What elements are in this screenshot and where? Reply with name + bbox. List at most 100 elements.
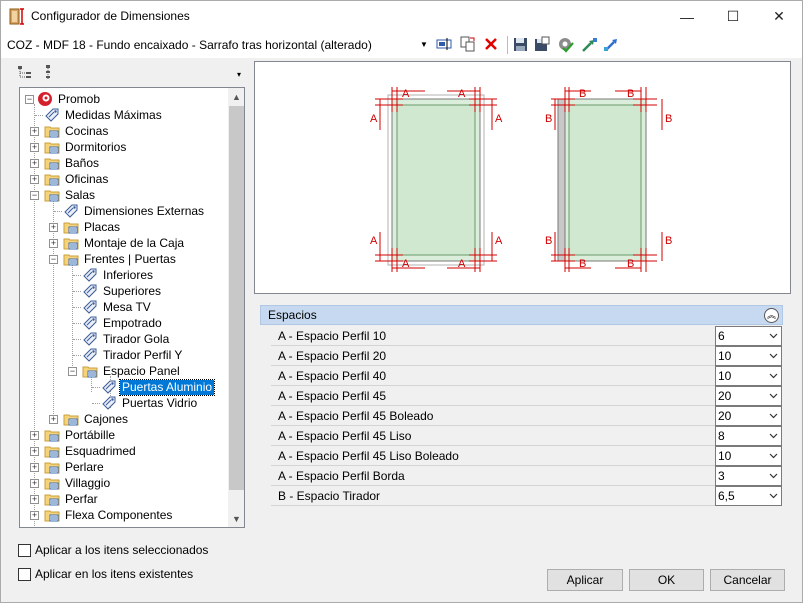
apply-selected-option[interactable]: Aplicar a los itens seleccionados xyxy=(18,542,208,558)
tree-node[interactable]: Empotrado xyxy=(82,315,164,331)
spaces-group-header[interactable]: Espacios ︽ xyxy=(260,305,783,325)
property-value-dropdown[interactable]: 10 xyxy=(715,446,782,466)
tree-node[interactable]: Salas xyxy=(44,187,97,203)
delete-icon[interactable] xyxy=(482,35,500,53)
tree-node[interactable]: Cajones xyxy=(63,411,130,427)
dropdown-arrow-icon[interactable]: ▼ xyxy=(420,36,428,54)
tree-menu-icon[interactable]: ▾ xyxy=(237,70,247,82)
tree-connector xyxy=(73,275,81,276)
minimize-button[interactable]: — xyxy=(664,1,710,32)
property-value-dropdown[interactable]: 8 xyxy=(715,426,782,446)
property-value-dropdown[interactable]: 20 xyxy=(715,406,782,426)
tree-node[interactable]: Mesa TV xyxy=(82,299,153,315)
scroll-up-icon[interactable]: ▲ xyxy=(228,88,244,105)
rename-icon[interactable] xyxy=(435,35,453,53)
expand-toggle-icon[interactable]: + xyxy=(30,463,39,472)
tree-node[interactable]: Dormitorios xyxy=(44,139,128,155)
tree-node-label: Medidas Máximas xyxy=(65,107,162,122)
tree-node[interactable]: Tirador Gola xyxy=(82,331,171,347)
category-tree[interactable]: − Promob Medidas Máximas + Cocinas + Dormito… xyxy=(19,87,245,528)
expand-all-icon[interactable] xyxy=(17,64,33,80)
apply-button[interactable]: Aplicar xyxy=(547,569,623,591)
apply-existing-option[interactable]: Aplicar en los itens existentes xyxy=(18,566,193,582)
tree-node[interactable]: Cocinas xyxy=(44,123,110,139)
expand-toggle-icon[interactable]: + xyxy=(49,415,58,424)
scroll-down-icon[interactable]: ▼ xyxy=(228,510,244,527)
tree-node[interactable]: Superiores xyxy=(82,283,163,299)
chevron-down-icon[interactable] xyxy=(769,351,778,360)
configuration-dropdown[interactable]: COZ - MDF 18 - Fundo encaixado - Sarrafo… xyxy=(5,36,433,54)
tree-node[interactable]: Dimensiones Externas xyxy=(63,203,206,219)
tree-node[interactable]: Esquadrimed xyxy=(44,443,138,459)
property-value-dropdown[interactable]: 6,5 xyxy=(715,486,782,506)
collapse-up-icon[interactable]: ︽ xyxy=(764,308,779,323)
expand-toggle-icon[interactable]: + xyxy=(49,239,58,248)
scroll-thumb[interactable] xyxy=(229,106,244,490)
tree-node[interactable]: Perfar xyxy=(44,491,100,507)
tree-node[interactable]: Flexa Componentes xyxy=(44,507,174,523)
expand-toggle-icon[interactable]: + xyxy=(30,511,39,520)
tree-node[interactable]: Medidas Máximas xyxy=(44,107,164,123)
folder-icon xyxy=(44,126,60,138)
tree-node[interactable]: Oficinas xyxy=(44,171,110,187)
property-value-dropdown[interactable]: 6 xyxy=(715,326,782,346)
ok-button[interactable]: OK xyxy=(629,569,704,591)
property-value-dropdown[interactable]: 10 xyxy=(715,346,782,366)
expand-toggle-icon[interactable]: + xyxy=(30,431,39,440)
collapse-all-icon[interactable] xyxy=(41,64,57,80)
collapse-toggle-icon[interactable]: − xyxy=(25,94,34,104)
expand-toggle-icon[interactable]: + xyxy=(30,159,39,168)
property-value-dropdown[interactable]: 3 xyxy=(715,466,782,486)
save-as-icon[interactable] xyxy=(533,35,551,53)
tree-node[interactable]: Inferiores xyxy=(82,267,155,283)
tree-node[interactable]: Frentes | Puertas xyxy=(63,251,178,267)
settings-check-icon[interactable] xyxy=(556,35,574,53)
cancel-button[interactable]: Cancelar xyxy=(710,569,785,591)
dimension-label: A xyxy=(458,258,466,270)
tree-node[interactable]: Placas xyxy=(63,219,122,235)
chevron-down-icon[interactable] xyxy=(769,391,778,400)
expand-toggle-icon[interactable]: + xyxy=(30,143,39,152)
import-icon[interactable] xyxy=(580,35,598,53)
apply-selected-checkbox[interactable] xyxy=(18,543,31,557)
property-value-dropdown[interactable]: 20 xyxy=(715,386,782,406)
tree-node[interactable]: Puertas Vidrio xyxy=(101,395,199,411)
tree-node-promob[interactable]: − Promob xyxy=(25,91,102,107)
tree-node[interactable]: Perlare xyxy=(44,459,106,475)
maximize-button[interactable]: ☐ xyxy=(710,1,756,32)
copy-config-icon[interactable] xyxy=(459,35,477,53)
tree-node[interactable]: Puertas Aluminio xyxy=(101,378,216,396)
tree-node[interactable]: Tirador Perfil Y xyxy=(82,347,184,363)
tree-node[interactable]: Montaje de la Caja xyxy=(63,235,186,251)
export-icon[interactable] xyxy=(602,35,620,53)
expand-toggle-icon[interactable]: + xyxy=(30,479,39,488)
collapse-toggle-icon[interactable]: − xyxy=(68,367,77,376)
property-value-dropdown[interactable]: 10 xyxy=(715,366,782,386)
chevron-down-icon[interactable] xyxy=(769,471,778,480)
expand-toggle-icon[interactable]: + xyxy=(30,127,39,136)
close-button[interactable]: ✕ xyxy=(756,1,802,32)
chevron-down-icon[interactable] xyxy=(769,371,778,380)
chevron-down-icon[interactable] xyxy=(769,431,778,440)
apply-existing-checkbox[interactable] xyxy=(18,567,31,581)
folder-icon xyxy=(63,222,79,234)
chevron-down-icon[interactable] xyxy=(769,451,778,460)
expand-toggle-icon[interactable]: + xyxy=(30,447,39,456)
tree-node[interactable]: Baños xyxy=(44,155,101,171)
chevron-down-icon[interactable] xyxy=(769,491,778,500)
tree-node[interactable]: Portábille xyxy=(44,427,117,443)
tree-scrollbar[interactable]: ▲ ▼ xyxy=(228,88,244,527)
expand-toggle-icon[interactable]: + xyxy=(30,495,39,504)
collapse-toggle-icon[interactable]: − xyxy=(49,255,58,264)
chevron-down-icon[interactable] xyxy=(769,331,778,340)
tag-icon xyxy=(102,396,116,410)
expand-toggle-icon[interactable]: + xyxy=(49,223,58,232)
tree-connector xyxy=(73,339,81,340)
chevron-down-icon[interactable] xyxy=(769,411,778,420)
save-icon[interactable] xyxy=(511,35,529,53)
tree-node[interactable]: Espacio Panel xyxy=(82,363,182,379)
collapse-toggle-icon[interactable]: − xyxy=(30,191,39,200)
tree-node[interactable]: Villaggio xyxy=(44,475,112,491)
expand-toggle-icon[interactable]: + xyxy=(30,175,39,184)
property-label: A - Espacio Perfil 20 xyxy=(278,349,387,363)
